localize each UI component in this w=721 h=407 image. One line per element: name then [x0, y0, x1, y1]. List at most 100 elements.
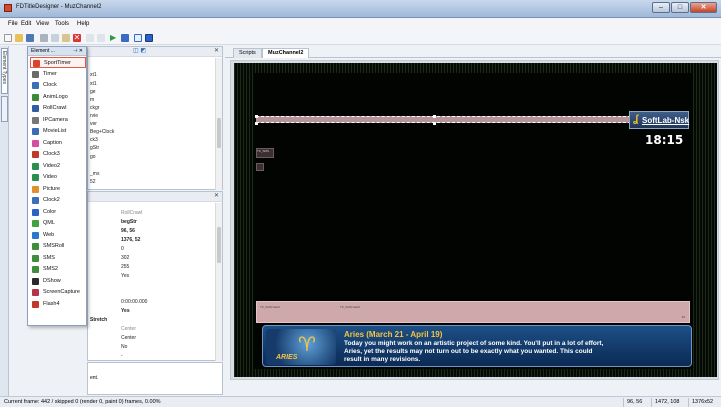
element-item-label: ScreenCapture — [43, 289, 80, 295]
undo-icon[interactable] — [86, 34, 94, 42]
element-item-clock[interactable]: Clock — [30, 80, 86, 91]
element-item-clock3[interactable]: Clock3 — [30, 149, 86, 160]
element-item-screencapture[interactable]: ScreenCapture — [30, 287, 86, 298]
open-icon[interactable] — [15, 34, 23, 42]
element-types-tab[interactable]: Element Types — [1, 48, 8, 94]
tree-item[interactable]: 52 — [90, 179, 96, 185]
element-item-clock2[interactable]: Clock2 — [30, 195, 86, 206]
tab-scripts[interactable]: Scripts — [233, 48, 262, 58]
element-item-ipcamera[interactable]: IPCamera — [30, 115, 86, 126]
prop-value[interactable]: Center — [121, 335, 136, 341]
element-item-video2[interactable]: Video2 — [30, 161, 86, 172]
copy-icon[interactable] — [51, 34, 59, 42]
stop-icon[interactable] — [121, 34, 129, 42]
element-item-animlogo[interactable]: AnimLogo — [30, 92, 86, 103]
tree-item[interactable]: ver — [90, 121, 97, 127]
element-item-label: Web — [43, 231, 55, 238]
element-item-dshow[interactable]: DShow — [30, 276, 86, 287]
element-item-sms2[interactable]: SMS2 — [30, 264, 86, 275]
screen-area: ʆ SoftLab-Nsk 18:15 TK_SMS TK_RollCrawl1… — [254, 73, 693, 369]
menu-tools[interactable]: Tools — [55, 21, 69, 27]
close-button[interactable]: ✕ — [690, 2, 717, 13]
resize-handle[interactable] — [433, 122, 436, 125]
prop-value[interactable]: Stretch — [90, 317, 107, 323]
resize-handle[interactable] — [255, 122, 258, 125]
redo-icon[interactable] — [97, 34, 105, 42]
small-element[interactable] — [256, 163, 264, 171]
element-item-web[interactable]: Web — [30, 230, 86, 241]
maximize-button[interactable]: □ — [671, 2, 689, 13]
prop-value[interactable]: Center — [121, 326, 136, 332]
tree-item[interactable]: ge — [90, 89, 96, 95]
delete-icon[interactable]: ✕ — [73, 34, 81, 42]
element-item-color[interactable]: Color — [30, 207, 86, 218]
anim-logo-element[interactable]: ʆ SoftLab-Nsk — [629, 111, 689, 129]
element-item-flash4[interactable]: Flash4 — [30, 299, 86, 310]
prop-value[interactable]: begStr — [121, 219, 137, 225]
tree-item[interactable]: gStr — [90, 145, 99, 151]
tree-item[interactable]: go — [90, 154, 96, 160]
scroll-thumb[interactable] — [217, 227, 221, 263]
sms-element[interactable]: TK_SMS — [256, 148, 274, 158]
tree-item[interactable]: ck3 — [90, 137, 98, 143]
pin-icon[interactable]: ⊣ ✕ — [73, 47, 83, 55]
element-item-sporttimer[interactable]: SportTimer — [30, 57, 86, 68]
element-item-sms[interactable]: SMS — [30, 253, 86, 264]
prop-value[interactable]: 302 — [121, 255, 129, 261]
element-item-rollcrawl[interactable]: RollCrawl — [30, 103, 86, 114]
panel-close-icon[interactable]: ✕ — [214, 47, 219, 56]
tree-item[interactable]: xt1 — [90, 72, 97, 78]
tree-item[interactable]: _ms — [90, 171, 99, 177]
prop-value[interactable]: 1376, 52 — [121, 237, 140, 243]
horoscope-element[interactable]: ♈ ARIES Aries (March 21 - April 19) Toda… — [262, 325, 692, 367]
menu-view[interactable]: View — [36, 21, 49, 27]
element-item-picture[interactable]: Picture — [30, 184, 86, 195]
element-item-movielist[interactable]: MovieList — [30, 126, 86, 137]
resize-handle[interactable] — [255, 115, 258, 118]
element-item-video[interactable]: Video — [30, 172, 86, 183]
project-scrollbar[interactable] — [215, 58, 222, 190]
layout-icon[interactable] — [134, 34, 142, 42]
roll-crawl-element[interactable] — [256, 116, 636, 123]
bottom-crawl-element[interactable]: TK_RollCrawl1 TK_RollCrawl2 25 — [256, 301, 690, 323]
element-item-caption[interactable]: Caption — [30, 138, 86, 149]
menu-edit[interactable]: Edit — [21, 21, 31, 27]
panel-close-icon[interactable]: ✕ — [214, 192, 219, 201]
dock-tab-b[interactable] — [1, 96, 8, 122]
design-canvas[interactable]: ʆ SoftLab-Nsk 18:15 TK_SMS TK_RollCrawl1… — [234, 63, 717, 377]
prop-value[interactable]: 255 — [121, 264, 129, 270]
prop-value[interactable]: Yes — [121, 308, 130, 314]
tab-muzchannel2[interactable]: MuzChannel2 — [262, 48, 310, 58]
prop-value[interactable]: Yes — [121, 273, 129, 279]
menu-file[interactable]: File — [8, 21, 18, 27]
menu-help[interactable]: Help — [77, 21, 89, 27]
minimize-button[interactable]: – — [652, 2, 670, 13]
scroll-thumb[interactable] — [217, 118, 221, 148]
panel-tool-icon[interactable]: ◫ ◩ — [133, 47, 146, 56]
clock-element[interactable]: 18:15 — [645, 133, 683, 147]
tree-item[interactable]: ckgr — [90, 105, 99, 111]
paste-icon[interactable] — [62, 34, 70, 42]
tree-item[interactable]: rvie — [90, 113, 98, 119]
prop-value[interactable]: - — [121, 353, 123, 359]
tree-item[interactable]: m — [90, 97, 94, 103]
grid-icon[interactable] — [145, 34, 153, 42]
tree-item[interactable]: Beg+Clock — [90, 129, 114, 135]
element-item-timer[interactable]: Timer — [30, 69, 86, 80]
element-item-smsroll[interactable]: SMSRoll — [30, 241, 86, 252]
horoscope-art: ♈ ARIES — [266, 329, 336, 365]
element-popup-title: Element ... — [31, 48, 55, 54]
prop-value[interactable]: 0 — [121, 246, 124, 252]
prop-value[interactable]: 0:00:00.000 — [121, 299, 147, 305]
prop-value[interactable]: 96, 56 — [121, 228, 135, 234]
properties-scrollbar[interactable] — [215, 203, 222, 361]
play-icon[interactable]: ▶ — [110, 34, 118, 42]
cut-icon[interactable] — [40, 34, 48, 42]
prop-value[interactable]: No — [121, 344, 127, 350]
new-icon[interactable] — [4, 34, 12, 42]
tree-item[interactable]: xt1 — [90, 81, 97, 87]
resize-handle[interactable] — [433, 115, 436, 118]
element-item-qml[interactable]: QML — [30, 218, 86, 229]
prop-value[interactable]: RollCrawl — [121, 210, 142, 216]
save-icon[interactable] — [26, 34, 34, 42]
